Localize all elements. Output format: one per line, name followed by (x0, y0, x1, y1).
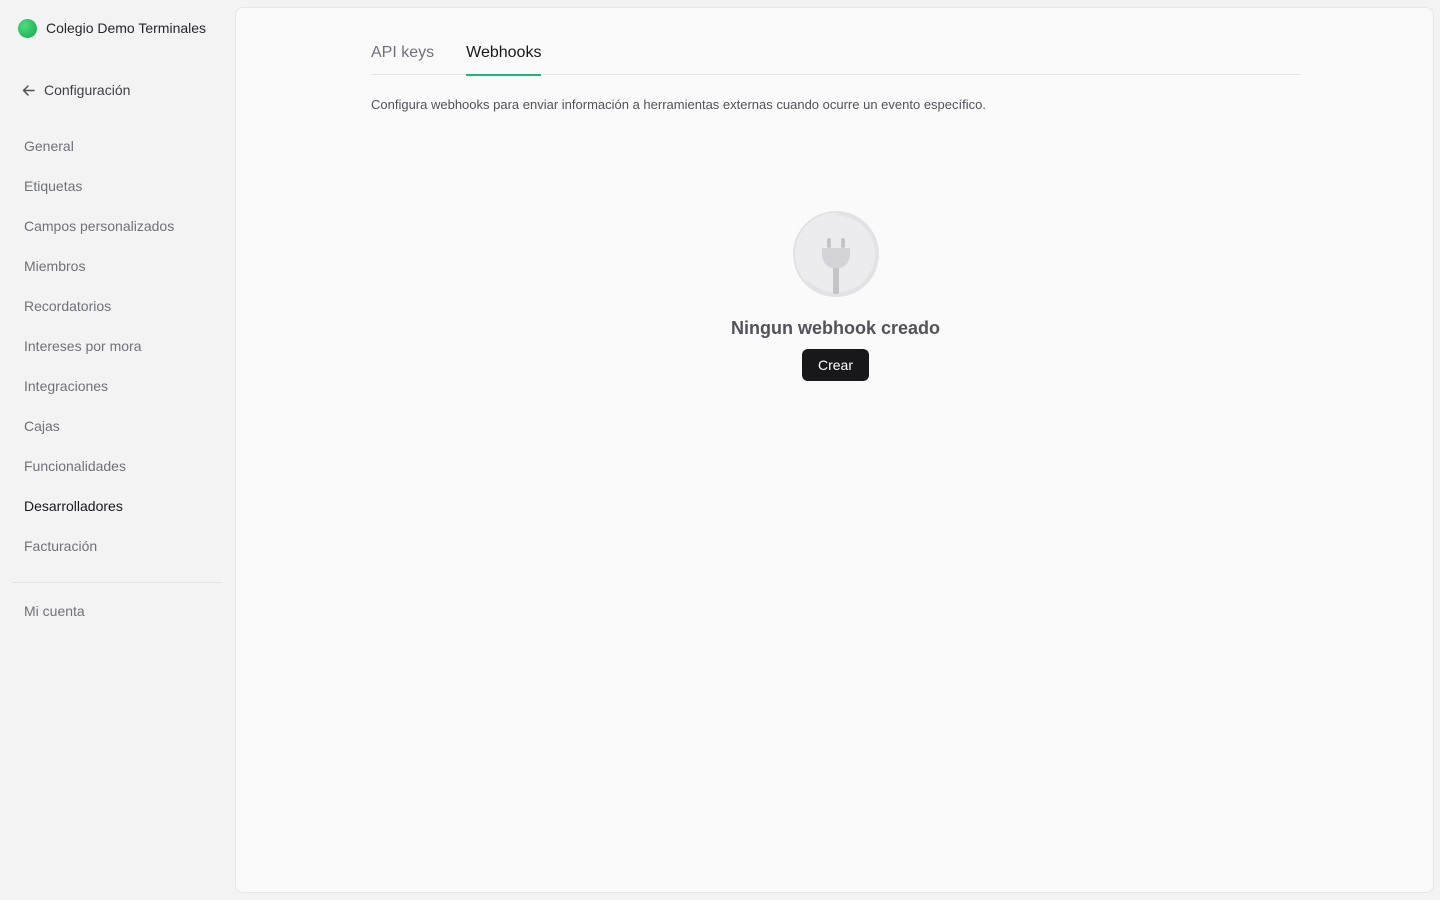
empty-state-title: Ningun webhook creado (730, 318, 940, 338)
sidebar-item-mi-cuenta[interactable]: Mi cuenta (12, 591, 222, 631)
settings-nav: General Etiquetas Campos personalizados … (12, 126, 222, 566)
sidebar-item-cajas[interactable]: Cajas (12, 406, 222, 446)
sidebar-item-funcionalidades[interactable]: Funcionalidades (12, 446, 222, 486)
sidebar-item-intereses-por-mora[interactable]: Intereses por mora (12, 326, 222, 366)
main-panel: API keys Webhooks Configura webhooks par… (235, 7, 1434, 893)
workspace-switcher[interactable]: Colegio Demo Terminales (18, 18, 206, 38)
workspace-logo (18, 18, 37, 38)
back-to-configuracion-link[interactable]: Configuración (22, 80, 130, 100)
sidebar-account-section: Mi cuenta (12, 591, 222, 631)
plug-icon (792, 211, 879, 297)
back-link-label: Configuración (44, 82, 131, 98)
sidebar-item-miembros[interactable]: Miembros (12, 246, 222, 286)
sidebar-item-integraciones[interactable]: Integraciones (12, 366, 222, 406)
sidebar: Colegio Demo Terminales Configuración Ge… (0, 0, 234, 900)
webhooks-empty-state: Ningun webhook creado Crear (236, 211, 1435, 381)
sidebar-item-etiquetas[interactable]: Etiquetas (12, 166, 222, 206)
sidebar-item-general[interactable]: General (12, 126, 222, 166)
workspace-name: Colegio Demo Terminales (46, 20, 207, 36)
webhooks-description: Configura webhooks para enviar informaci… (371, 97, 986, 112)
sidebar-divider (12, 582, 222, 583)
create-webhook-button[interactable]: Crear (801, 349, 869, 381)
developer-tabs: API keys Webhooks (371, 42, 1300, 76)
tab-webhooks[interactable]: Webhooks (466, 42, 542, 76)
sidebar-item-desarrolladores[interactable]: Desarrolladores (12, 486, 222, 526)
tab-api-keys[interactable]: API keys (371, 42, 434, 75)
sidebar-item-recordatorios[interactable]: Recordatorios (12, 286, 222, 326)
sidebar-item-facturacion[interactable]: Facturación (12, 526, 222, 566)
sidebar-item-campos-personalizados[interactable]: Campos personalizados (12, 206, 222, 246)
arrow-left-icon (22, 84, 35, 97)
